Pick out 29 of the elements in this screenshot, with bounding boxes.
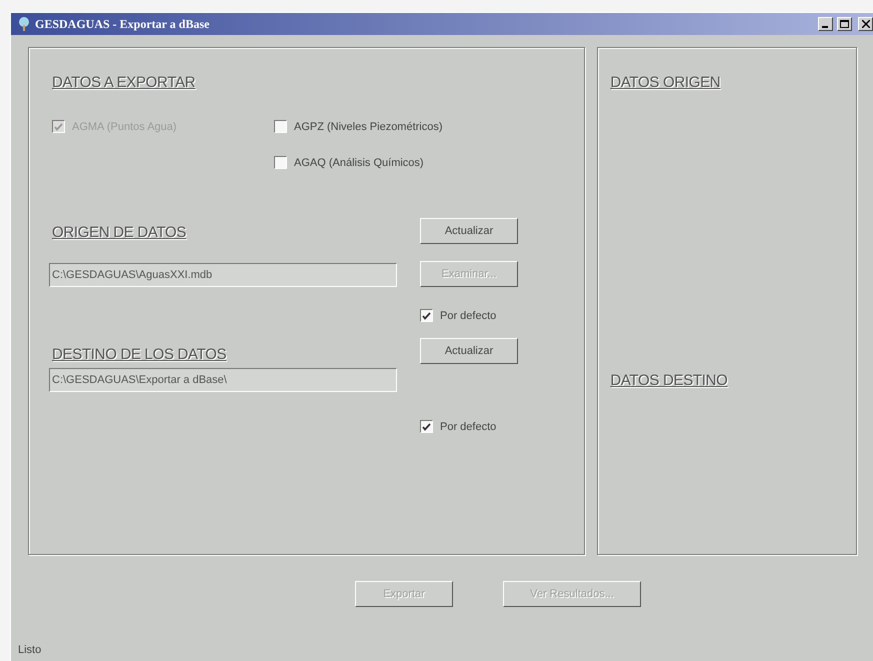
checkbox-label: AGPZ (Niveles Piezométricos) <box>294 120 443 132</box>
checkbox[interactable]: Por defecto <box>420 309 518 322</box>
close-icon <box>862 20 870 28</box>
section-heading: DATOS A EXPORTAR <box>52 74 196 91</box>
minimize-button[interactable] <box>818 17 833 31</box>
section-heading: DESTINO DE LOS DATOS <box>52 346 226 363</box>
checkbox[interactable]: AGAQ (Análisis Químicos) <box>274 156 564 169</box>
maximize-icon <box>840 20 849 28</box>
close-button[interactable] <box>858 17 873 31</box>
checkbox[interactable]: AGPZ (Niveles Piezométricos) <box>274 120 564 133</box>
path-field[interactable]: C:\GESDAGUAS\AguasXXI.mdb <box>49 263 397 287</box>
status-text: Listo <box>18 644 42 656</box>
checkbox-label: Por defecto <box>440 310 496 322</box>
maximize-button[interactable] <box>837 17 852 31</box>
section-heading: DATOS DESTINO <box>610 372 728 389</box>
checkbox-box[interactable] <box>274 156 287 169</box>
path-field[interactable]: C:\GESDAGUAS\Exportar a dBase\ <box>49 368 397 392</box>
checkbox-box[interactable] <box>274 120 287 133</box>
checkbox[interactable]: Por defecto <box>420 420 518 433</box>
checkbox-label: Por defecto <box>440 420 496 432</box>
checkbox-label: AGAQ (Análisis Químicos) <box>294 156 424 168</box>
checkbox-box[interactable] <box>420 420 433 433</box>
refresh-button[interactable]: Actualizar <box>420 338 518 364</box>
section-heading: DATOS ORIGEN <box>610 74 720 91</box>
section-heading: ORIGEN DE DATOS <box>52 224 186 241</box>
app-icon <box>17 17 31 31</box>
window-title: GESDAGUAS - Exportar a dBase <box>35 16 210 32</box>
checkbox-box[interactable] <box>420 309 433 322</box>
refresh-button[interactable]: Actualizar <box>420 218 518 244</box>
